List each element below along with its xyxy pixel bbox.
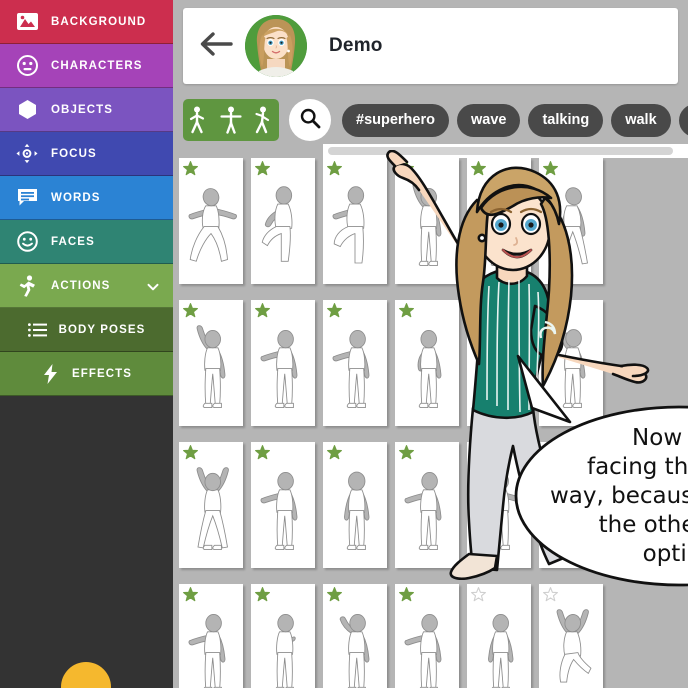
bubble-line: facing the other xyxy=(586,453,688,480)
back-arrow-icon xyxy=(199,30,233,63)
lightning-icon xyxy=(41,363,61,384)
bubble-line: the other side xyxy=(598,511,688,538)
pose-figure xyxy=(185,600,237,688)
pose-type-toggle-group[interactable] xyxy=(183,99,279,141)
chevron-down-icon[interactable] xyxy=(147,280,159,292)
sidebar-subitem-body-poses[interactable]: BODY POSES xyxy=(0,308,173,352)
pose-thumbnail[interactable] xyxy=(251,158,315,284)
pose-figure xyxy=(257,600,309,688)
pose-figure xyxy=(185,174,237,274)
search-icon xyxy=(299,107,321,134)
back-button[interactable] xyxy=(189,16,243,76)
document-header: Demo xyxy=(183,8,678,84)
face-icon xyxy=(16,55,38,77)
filter-toolbar: #superhero wave talking walk explain xyxy=(183,98,688,142)
pose-thumbnail[interactable] xyxy=(323,442,387,568)
avatar[interactable] xyxy=(245,15,307,77)
pose-thumbnail[interactable] xyxy=(539,584,603,688)
pose-figure xyxy=(329,458,381,558)
pose-figure xyxy=(185,316,237,416)
search-button[interactable] xyxy=(289,99,331,141)
main-panel: Demo #superhero wave talking walk Now fa… xyxy=(173,0,688,688)
sidebar-item-faces[interactable]: FACES xyxy=(0,220,173,264)
tag-chip[interactable]: wave xyxy=(456,103,521,137)
pose-figure xyxy=(545,600,597,688)
pose-thumbnail[interactable] xyxy=(179,158,243,284)
sidebar-item-objects[interactable]: OBJECTS xyxy=(0,88,173,132)
speech-bubble: Now I’m facing the other way, because I … xyxy=(514,354,688,587)
pose-thumbnail[interactable] xyxy=(467,158,531,284)
pose-thumbnail[interactable] xyxy=(251,300,315,426)
sidebar-item-background[interactable]: BACKGROUND xyxy=(0,0,173,44)
move-icon xyxy=(16,143,38,165)
pose-thumbnail[interactable] xyxy=(179,442,243,568)
pose-figure xyxy=(401,174,453,274)
pose-thumbnail[interactable] xyxy=(323,300,387,426)
sidebar-item-label: WORDS xyxy=(51,191,101,204)
app-root: BACKGROUND CHARACTERS OBJECTS FOCUS WORD… xyxy=(0,0,688,688)
tag-chip[interactable]: #superhero xyxy=(342,103,449,137)
pose-thumbnail[interactable] xyxy=(395,300,459,426)
pose-thumbnail[interactable] xyxy=(395,442,459,568)
t-pose-figure-icon[interactable] xyxy=(220,106,242,134)
speech-bubble-tail xyxy=(516,354,572,424)
pose-figure xyxy=(329,316,381,416)
sidebar-subitem-effects[interactable]: EFFECTS xyxy=(0,352,173,396)
smiley-icon xyxy=(16,231,38,253)
tag-chip[interactable]: talking xyxy=(528,103,604,137)
pose-thumbnail[interactable] xyxy=(395,158,459,284)
page-title: Demo xyxy=(329,35,383,56)
sidebar-subitem-label: BODY POSES xyxy=(58,323,146,336)
pose-figure xyxy=(257,316,309,416)
pose-figure xyxy=(401,600,453,688)
sidebar-item-label: OBJECTS xyxy=(51,103,114,116)
pose-thumbnail[interactable] xyxy=(323,158,387,284)
pose-thumbnail[interactable] xyxy=(179,300,243,426)
pose-thumbnail[interactable] xyxy=(179,584,243,688)
bubble-line: Now I’m xyxy=(632,424,688,451)
pose-figure xyxy=(401,316,453,416)
pose-thumbnail[interactable] xyxy=(323,584,387,688)
sidebar-item-label: CHARACTERS xyxy=(51,59,143,72)
action-figure-icon[interactable] xyxy=(252,106,274,134)
bubble-line: option xyxy=(642,540,688,567)
pose-thumbnail[interactable] xyxy=(539,158,603,284)
pose-figure xyxy=(401,458,453,558)
hexagon-icon xyxy=(16,99,38,121)
list-icon xyxy=(28,320,48,340)
speech-icon xyxy=(16,187,38,209)
sidebar: BACKGROUND CHARACTERS OBJECTS FOCUS WORD… xyxy=(0,0,173,688)
tag-chip[interactable]: explain xyxy=(678,103,688,137)
pose-figure xyxy=(473,174,525,274)
pose-figure xyxy=(257,174,309,274)
sidebar-item-label: ACTIONS xyxy=(51,279,111,292)
pose-thumbnail[interactable] xyxy=(251,584,315,688)
runner-icon xyxy=(16,274,38,297)
tag-scrollbar[interactable] xyxy=(328,147,673,155)
bubble-line: way, because I clicked xyxy=(549,482,688,509)
tag-scrollbar-container xyxy=(323,144,688,158)
sidebar-item-label: FOCUS xyxy=(51,147,97,160)
sidebar-item-label: BACKGROUND xyxy=(51,15,147,28)
sidebar-item-words[interactable]: WORDS xyxy=(0,176,173,220)
pose-figure xyxy=(257,458,309,558)
sidebar-item-label: FACES xyxy=(51,235,95,248)
pose-figure xyxy=(473,600,525,688)
walking-figure-icon[interactable] xyxy=(188,106,210,134)
pose-thumbnail[interactable] xyxy=(467,584,531,688)
add-button[interactable] xyxy=(61,662,111,688)
sidebar-item-focus[interactable]: FOCUS xyxy=(0,132,173,176)
pose-figure xyxy=(545,174,597,274)
sidebar-subitem-label: EFFECTS xyxy=(71,367,133,380)
pose-figure xyxy=(329,600,381,688)
pose-figure xyxy=(185,458,237,558)
pose-thumbnail[interactable] xyxy=(395,584,459,688)
tag-list: #superhero wave talking walk explain xyxy=(342,99,688,141)
pose-figure xyxy=(329,174,381,274)
image-icon xyxy=(16,11,38,33)
pose-thumbnail[interactable] xyxy=(251,442,315,568)
tag-chip[interactable]: walk xyxy=(611,103,671,137)
sidebar-item-characters[interactable]: CHARACTERS xyxy=(0,44,173,88)
sidebar-item-actions[interactable]: ACTIONS xyxy=(0,264,173,308)
